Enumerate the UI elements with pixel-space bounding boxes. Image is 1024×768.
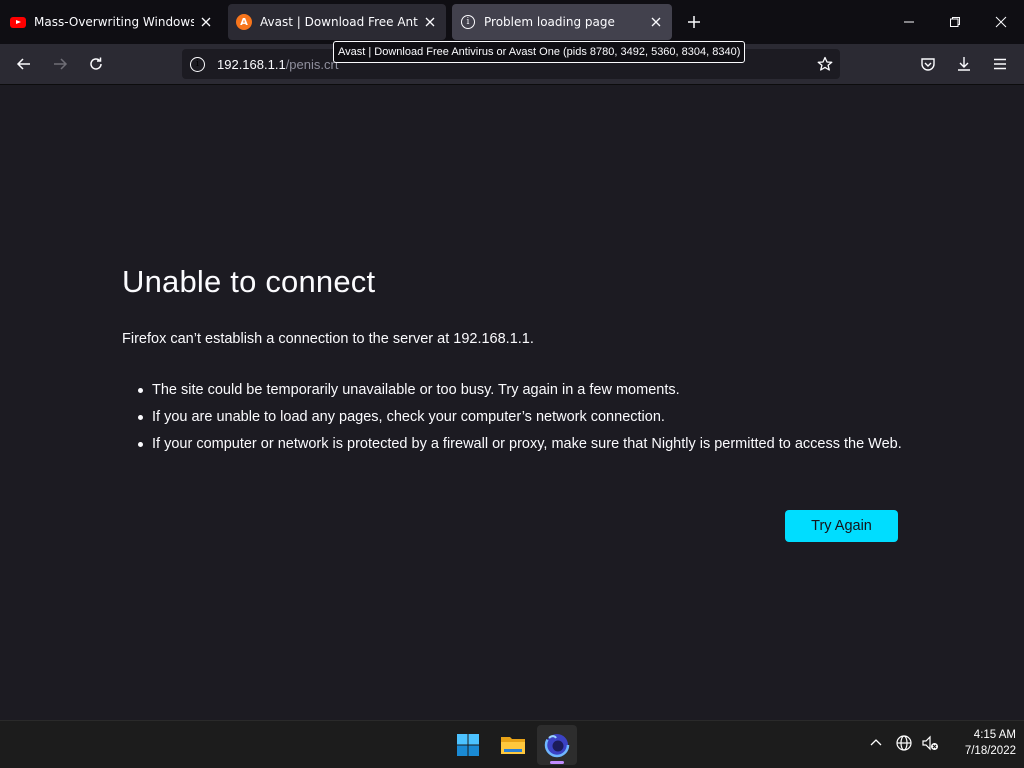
chevron-up-icon <box>870 739 882 746</box>
volume-button[interactable] <box>920 733 940 753</box>
list-item: If you are unable to load any pages, che… <box>138 407 908 427</box>
restore-button[interactable] <box>932 0 978 44</box>
speaker-muted-icon <box>922 735 938 751</box>
back-arrow-icon <box>16 58 30 70</box>
list-item: The site could be temporarily unavailabl… <box>138 380 908 400</box>
firefox-nightly-button[interactable] <box>537 725 577 765</box>
site-info-icon[interactable]: i <box>190 56 205 72</box>
new-tab-button[interactable] <box>684 12 704 32</box>
pocket-icon <box>921 58 935 71</box>
downloads-button[interactable] <box>950 50 978 78</box>
tab-tooltip: Avast | Download Free Antivirus or Avast… <box>333 41 746 63</box>
clock-date: 7/18/2022 <box>964 745 1016 757</box>
globe-icon <box>896 735 912 751</box>
forward-arrow-icon <box>54 58 68 70</box>
show-hidden-icons-button[interactable] <box>866 733 886 753</box>
close-icon[interactable] <box>648 14 664 30</box>
close-icon <box>995 16 1007 28</box>
tab-title: Mass-Overwriting Windows Reg <box>34 15 194 29</box>
file-explorer-button[interactable] <box>493 725 533 765</box>
minimize-icon <box>904 21 914 23</box>
tab-avast[interactable]: A Avast | Download Free Antivirus <box>228 4 446 40</box>
back-button[interactable] <box>10 50 38 78</box>
tab-title: Avast | Download Free Antivirus <box>260 15 418 29</box>
hamburger-menu-icon <box>994 58 1006 70</box>
clock-time: 4:15 AM <box>973 729 1016 741</box>
tab-problem-loading[interactable]: i Problem loading page <box>452 4 672 40</box>
download-icon <box>958 57 970 71</box>
clock[interactable]: 4:15 AM 7/18/2022 <box>940 727 1016 759</box>
menu-button[interactable] <box>986 50 1014 78</box>
url-host: 192.168.1.1 <box>217 56 286 72</box>
forward-button[interactable] <box>46 50 74 78</box>
try-again-button[interactable]: Try Again <box>785 510 898 542</box>
url-text[interactable]: 192.168.1.1/penis.crt <box>217 57 338 72</box>
file-explorer-icon <box>501 737 525 754</box>
error-description: Firefox can’t establish a connection to … <box>122 331 534 347</box>
url-path: /penis.crt <box>285 56 339 72</box>
page-title: Unable to connect <box>122 264 376 299</box>
info-icon: i <box>460 14 476 30</box>
close-icon[interactable] <box>422 14 438 30</box>
firefox-nightly-icon <box>544 732 570 758</box>
pocket-button[interactable] <box>914 50 942 78</box>
youtube-icon <box>10 14 26 30</box>
active-indicator <box>550 761 564 764</box>
tab-title: Problem loading page <box>484 15 615 29</box>
tab-strip: Mass-Overwriting Windows Reg A Avast | D… <box>0 0 1024 44</box>
bookmark-star-icon[interactable] <box>816 55 834 73</box>
reload-icon <box>90 57 102 70</box>
reload-button[interactable] <box>82 50 110 78</box>
taskbar: 4:15 AM 7/18/2022 <box>0 720 1024 768</box>
restore-icon <box>950 17 960 27</box>
close-window-button[interactable] <box>978 0 1024 44</box>
error-page: Unable to connect Firefox can’t establis… <box>0 86 1024 720</box>
start-icon <box>457 734 479 756</box>
tab-youtube[interactable]: Mass-Overwriting Windows Reg <box>2 4 222 40</box>
error-suggestions: The site could be temporarily unavailabl… <box>138 380 908 461</box>
start-button[interactable] <box>448 725 488 765</box>
minimize-button[interactable] <box>886 0 932 44</box>
avast-icon: A <box>236 14 252 30</box>
list-item: If your computer or network is protected… <box>138 434 908 454</box>
language-button[interactable] <box>894 733 914 753</box>
close-icon[interactable] <box>198 14 214 30</box>
plus-icon <box>688 16 700 28</box>
